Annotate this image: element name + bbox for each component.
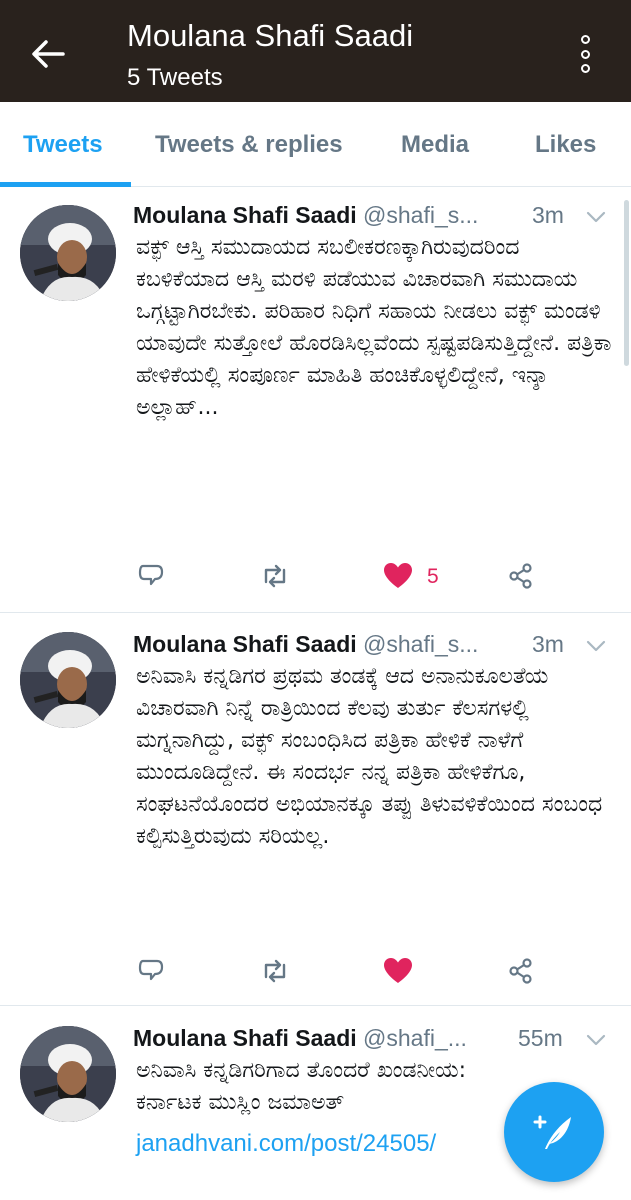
tweet-header: Moulana Shafi Saadi @shafi_s... (133, 202, 478, 229)
reply-icon (138, 564, 164, 586)
avatar[interactable] (20, 205, 116, 301)
tweet-item[interactable]: Moulana Shafi Saadi @shafi_s... 3m ವಕ್ಫ್… (0, 188, 631, 612)
author-name[interactable]: Moulana Shafi Saadi (133, 1025, 357, 1051)
avatar[interactable] (20, 1026, 116, 1122)
heart-icon (384, 563, 412, 588)
chevron-down-icon[interactable] (585, 1029, 607, 1051)
compose-tweet-icon (533, 1115, 571, 1149)
like-button[interactable] (380, 953, 416, 989)
retweet-icon (264, 959, 286, 983)
author-handle[interactable]: @shafi_s... (363, 631, 478, 657)
tweet-text: ವಕ್ಫ್ ಆಸ್ತಿ ಸಮುದಾಯದ ಸಬಲೀಕರಣಕ್ಕಾಗಿರುವುದರಿ… (136, 235, 612, 420)
tweet-text: ಅನಿವಾಸಿ ಕನ್ನಡಿಗರ ಪ್ರಥಮ ತಂಡಕ್ಕೆ ಆದ ಅನಾನುಕ… (136, 664, 603, 849)
reply-button[interactable] (133, 953, 169, 989)
tweet-link[interactable]: janadhvani.com/post/24505/ (136, 1130, 436, 1158)
tab-tweets[interactable]: Tweets (23, 102, 103, 187)
more-options-button[interactable] (568, 30, 602, 78)
tweet-time: 3m (532, 631, 564, 657)
reply-button[interactable] (133, 558, 169, 594)
tab-likes[interactable]: Likes (535, 102, 596, 187)
arrow-left-icon (32, 40, 65, 68)
chevron-down-icon[interactable] (585, 206, 607, 228)
compose-tweet-button[interactable] (504, 1082, 604, 1182)
like-button[interactable] (380, 558, 416, 594)
share-button[interactable] (503, 558, 539, 594)
profile-tabs: Tweets Tweets & replies Media Likes (0, 102, 631, 187)
avatar-image (20, 1026, 116, 1122)
tweet-time: 55m (518, 1025, 563, 1051)
tweet-item[interactable]: Moulana Shafi Saadi @shafi_s... 3m ಅನಿವಾ… (0, 613, 631, 1005)
back-button[interactable] (22, 28, 74, 80)
tab-tweets-and-replies[interactable]: Tweets & replies (155, 102, 343, 187)
avatar-image (20, 632, 116, 728)
avatar-image (20, 205, 116, 301)
tab-media[interactable]: Media (401, 102, 469, 187)
author-handle[interactable]: @shafi_s... (363, 202, 478, 228)
reply-icon (138, 959, 164, 981)
tweet-text: ಅನಿವಾಸಿ ಕನ್ನಡಿಗರಿಗಾದ ತೊಂದರೆ ಖಂಡನೀಯ: ಕರ್ನ… (136, 1058, 467, 1115)
profile-title: Moulana Shafi Saadi (127, 18, 414, 53)
author-name[interactable]: Moulana Shafi Saadi (133, 631, 357, 657)
active-tab-indicator (0, 182, 131, 187)
tweet-time: 3m (532, 202, 564, 228)
app-header: Moulana Shafi Saadi 5 Tweets (0, 0, 631, 102)
tweet-header: Moulana Shafi Saadi @shafi_... (133, 1025, 467, 1052)
chevron-down-icon[interactable] (585, 635, 607, 657)
author-handle[interactable]: @shafi_... (363, 1025, 467, 1051)
retweet-icon (264, 564, 286, 588)
share-button[interactable] (503, 953, 539, 989)
share-icon (509, 563, 532, 589)
share-icon (509, 958, 532, 984)
tweet-header: Moulana Shafi Saadi @shafi_s... (133, 631, 478, 658)
author-name[interactable]: Moulana Shafi Saadi (133, 202, 357, 228)
retweet-button[interactable] (257, 953, 293, 989)
heart-icon (384, 958, 412, 983)
more-vertical-icon (580, 35, 590, 44)
retweet-button[interactable] (257, 558, 293, 594)
tweet-count: 5 Tweets (127, 64, 223, 91)
like-count: 5 (427, 565, 439, 588)
avatar[interactable] (20, 632, 116, 728)
